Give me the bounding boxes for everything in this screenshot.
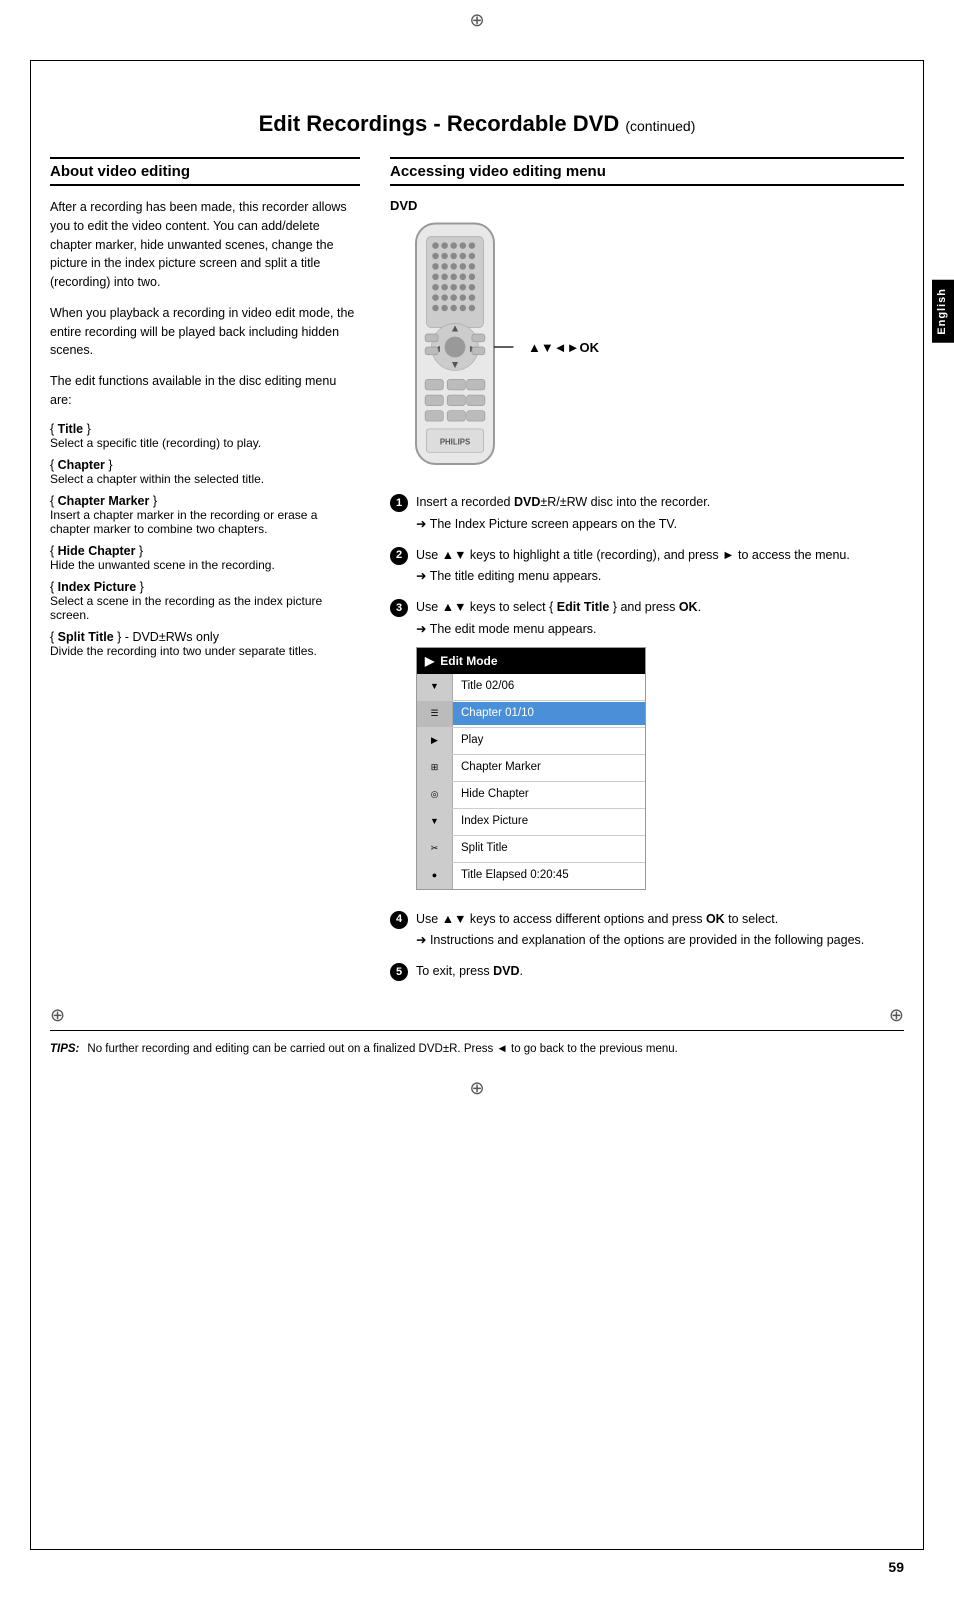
step-number: 3 <box>390 599 408 617</box>
step-content: Insert a recorded DVD±R/±RW disc into th… <box>416 493 904 534</box>
tips-label: TIPS: <box>50 1041 79 1058</box>
step-number: 4 <box>390 911 408 929</box>
tips-text: No further recording and editing can be … <box>87 1041 677 1058</box>
left-column: About video editing After a recording ha… <box>50 157 360 993</box>
page-border-top <box>30 60 924 61</box>
left-section-header: About video editing <box>50 157 360 186</box>
steps-list: 1 Insert a recorded DVD±R/±RW disc into t… <box>390 493 904 981</box>
menu-row-text: Play <box>453 729 645 752</box>
function-term: { Title } <box>50 422 360 436</box>
menu-row-text: Title 02/06 <box>453 675 645 698</box>
function-term: { Index Picture } <box>50 580 360 594</box>
menu-row: ●Title Elapsed 0:20:45 <box>417 863 645 889</box>
menu-row: ▼Title 02/06 <box>417 674 645 701</box>
step-sub: ➜ The edit mode menu appears. <box>416 620 904 639</box>
function-item: { Title }Select a specific title (record… <box>50 422 360 450</box>
arrow-ok-label: ▲▼◄►OK <box>528 340 599 355</box>
step-sub: ➜ The Index Picture screen appears on th… <box>416 515 904 534</box>
step-number: 5 <box>390 963 408 981</box>
functions-list: { Title }Select a specific title (record… <box>50 422 360 658</box>
menu-row-icon: ◎ <box>417 782 453 808</box>
function-desc: Select a chapter within the selected tit… <box>50 472 360 486</box>
menu-row-icon: ● <box>417 863 453 889</box>
step-text: Use ▲▼ keys to select { Edit Title } and… <box>416 598 904 617</box>
step-content: Use ▲▼ keys to highlight a title (record… <box>416 546 904 587</box>
playback-paragraph: When you playback a recording in video e… <box>50 304 360 360</box>
step-item: 5 To exit, press DVD. <box>390 962 904 981</box>
page-border-right <box>923 60 924 1550</box>
function-desc: Hide the unwanted scene in the recording… <box>50 558 360 572</box>
step-item: 4 Use ▲▼ keys to access different options… <box>390 910 904 951</box>
page-border-left <box>30 60 31 1550</box>
function-desc: Select a scene in the recording as the i… <box>50 594 360 622</box>
menu-row-text: Title Elapsed 0:20:45 <box>453 864 645 887</box>
menu-row: ⊞Chapter Marker <box>417 755 645 782</box>
function-term: { Hide Chapter } <box>50 544 360 558</box>
reg-mark-left: ⊕ <box>50 1005 65 1026</box>
function-term: { Split Title } - DVD±RWs only <box>50 630 360 644</box>
step-sub: ➜ Instructions and explanation of the op… <box>416 931 904 950</box>
page-title: Edit Recordings - Recordable DVD (contin… <box>0 31 954 157</box>
step-content: To exit, press DVD. <box>416 962 904 981</box>
right-column: Accessing video editing menu DVD <box>390 157 904 993</box>
play-icon: ▶ <box>425 652 434 670</box>
remote-svg: ▲ ▼ ◄ ► PHILIPS <box>390 217 520 477</box>
right-section-header: Accessing video editing menu <box>390 157 904 186</box>
svg-text:PHILIPS: PHILIPS <box>440 438 470 447</box>
language-tab: English <box>932 280 954 343</box>
reg-mark-bottom: ⊕ <box>50 1068 904 1109</box>
menu-row-icon: ▼ <box>417 674 453 700</box>
function-desc: Divide the recording into two under sepa… <box>50 644 360 658</box>
menu-row-icon: ⊞ <box>417 755 453 781</box>
page-border-bottom <box>30 1549 924 1550</box>
function-item: { Chapter Marker }Insert a chapter marke… <box>50 494 360 536</box>
menu-row: ✂Split Title <box>417 836 645 863</box>
function-desc: Insert a chapter marker in the recording… <box>50 508 360 536</box>
function-item: { Hide Chapter }Hide the unwanted scene … <box>50 544 360 572</box>
svg-text:▼: ▼ <box>450 360 460 371</box>
menu-row-text: Chapter Marker <box>453 756 645 779</box>
edit-mode-header: ▶ Edit Mode <box>417 648 645 674</box>
edit-mode-menu: ▶ Edit Mode▼Title 02/06☰Chapter 01/10▶Pl… <box>416 647 646 890</box>
remote-illustration: ▲ ▼ ◄ ► PHILIPS <box>390 217 904 477</box>
menu-row: ▶Play <box>417 728 645 755</box>
reg-mark-right: ⊕ <box>889 1005 904 1026</box>
step-sub: ➜ The title editing menu appears. <box>416 567 904 586</box>
step-item: 1 Insert a recorded DVD±R/±RW disc into t… <box>390 493 904 534</box>
step-content: Use ▲▼ keys to select { Edit Title } and… <box>416 598 904 898</box>
menu-row-icon: ▼ <box>417 809 453 835</box>
menu-row-text: Split Title <box>453 837 645 860</box>
menu-row: ▼Index Picture <box>417 809 645 836</box>
menu-row-icon: ☰ <box>417 701 453 727</box>
menu-row-icon: ▶ <box>417 728 453 754</box>
page-number: 59 <box>888 1559 904 1575</box>
step-content: Use ▲▼ keys to access different options … <box>416 910 904 951</box>
function-desc: Select a specific title (recording) to p… <box>50 436 360 450</box>
tips-section: TIPS: No further recording and editing c… <box>50 1030 904 1068</box>
step-number: 1 <box>390 494 408 512</box>
menu-row-text: Hide Chapter <box>453 783 645 806</box>
menu-row-text: Chapter 01/10 <box>453 702 645 725</box>
menu-row: ◎Hide Chapter <box>417 782 645 809</box>
step-text: Insert a recorded DVD±R/±RW disc into th… <box>416 493 904 512</box>
function-item: { Index Picture }Select a scene in the r… <box>50 580 360 622</box>
function-term: { Chapter } <box>50 458 360 472</box>
step-number: 2 <box>390 547 408 565</box>
function-item: { Split Title } - DVD±RWs onlyDivide the… <box>50 630 360 658</box>
step-item: 2 Use ▲▼ keys to highlight a title (recor… <box>390 546 904 587</box>
function-term: { Chapter Marker } <box>50 494 360 508</box>
step-text: To exit, press DVD. <box>416 962 904 981</box>
step-text: Use ▲▼ keys to highlight a title (record… <box>416 546 904 565</box>
menu-row-text: Index Picture <box>453 810 645 833</box>
reg-mark-top: ⊕ <box>50 0 904 31</box>
menu-intro-paragraph: The edit functions available in the disc… <box>50 372 360 410</box>
menu-row: ☰Chapter 01/10 <box>417 701 645 728</box>
menu-row-icon: ✂ <box>417 836 453 862</box>
function-item: { Chapter }Select a chapter within the s… <box>50 458 360 486</box>
step-item: 3 Use ▲▼ keys to select { Edit Title } an… <box>390 598 904 898</box>
step-text: Use ▲▼ keys to access different options … <box>416 910 904 929</box>
intro-paragraph: After a recording has been made, this re… <box>50 198 360 292</box>
dvd-label: DVD <box>390 198 904 213</box>
svg-text:▲: ▲ <box>450 323 460 334</box>
